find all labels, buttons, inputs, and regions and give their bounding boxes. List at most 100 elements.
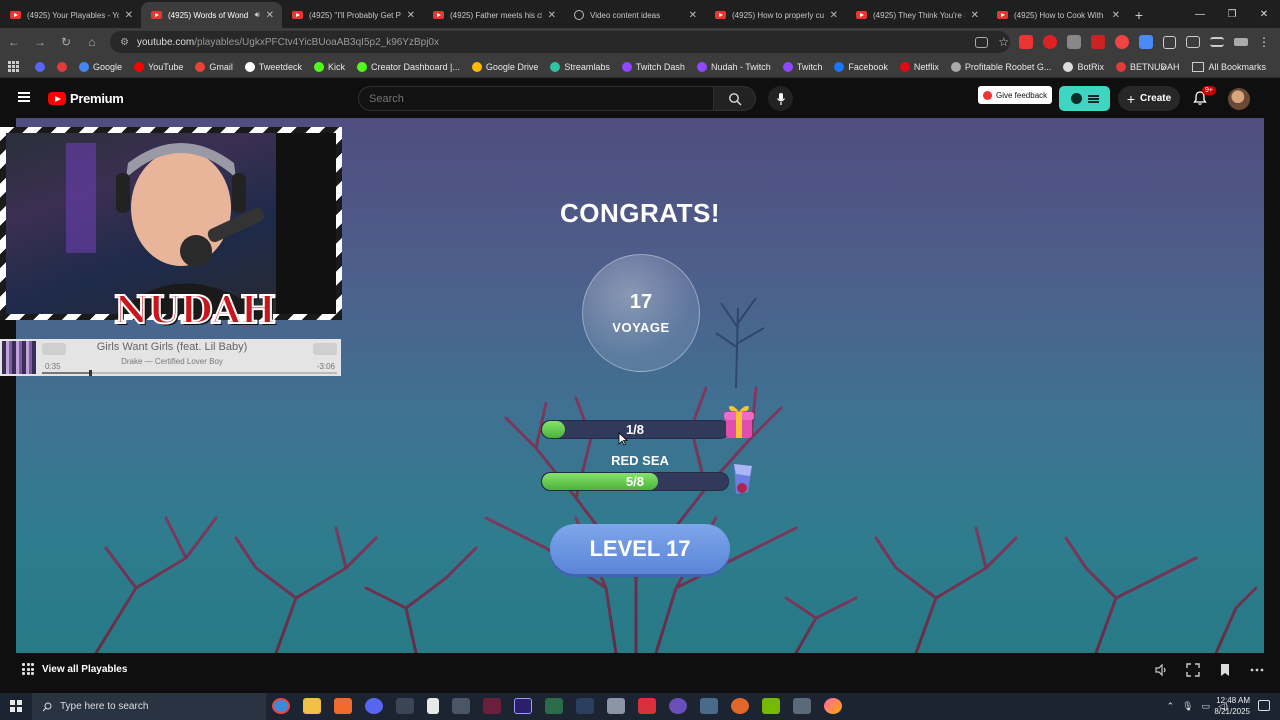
bookmark-item[interactable]: Google Drive: [466, 61, 545, 72]
close-tab-icon[interactable]: ✕: [125, 10, 133, 21]
more-options-icon[interactable]: [1250, 663, 1264, 677]
app-icon-red[interactable]: [638, 698, 656, 714]
search-button[interactable]: [714, 86, 756, 111]
bookmark-item[interactable]: BotRix: [1057, 61, 1110, 72]
app-icon-grid[interactable]: [452, 698, 470, 714]
file-explorer-icon[interactable]: [303, 698, 321, 714]
obs-icon[interactable]: [669, 698, 687, 714]
close-window-icon[interactable]: ✕: [1248, 0, 1280, 28]
view-all-playables-button[interactable]: View all Playables: [22, 663, 127, 675]
brave-icon[interactable]: [334, 698, 352, 714]
minimize-icon[interactable]: —: [1184, 0, 1216, 28]
browser-tab[interactable]: (4925) Father meets his ch ✕: [423, 2, 564, 28]
bookmark-item[interactable]: YouTube: [128, 61, 189, 72]
media-control-icon[interactable]: [1234, 38, 1248, 46]
close-tab-icon[interactable]: ✕: [1112, 10, 1120, 21]
browser-tab[interactable]: (4925) How to Cook With ✕: [987, 2, 1128, 28]
reading-list-icon[interactable]: [1210, 37, 1224, 47]
extension-red-icon[interactable]: [1043, 35, 1057, 49]
close-tab-icon[interactable]: ✕: [689, 10, 697, 21]
forward-icon[interactable]: →: [28, 30, 52, 54]
browser-tab[interactable]: Video content ideas ✕: [564, 2, 705, 28]
more-bookmarks-icon[interactable]: »: [1161, 62, 1166, 72]
tray-chevron-icon[interactable]: ⌃: [1167, 701, 1175, 712]
browser-tab[interactable]: (4925) "I'll Probably Get P ✕: [282, 2, 423, 28]
notification-center-icon[interactable]: [1258, 700, 1270, 711]
fullscreen-icon[interactable]: [1186, 663, 1200, 677]
youtube-logo[interactable]: Premium: [48, 91, 124, 106]
cast-icon[interactable]: [975, 36, 989, 48]
taskbar-search[interactable]: Type here to search: [32, 693, 266, 720]
adblock-icon[interactable]: [1019, 35, 1033, 49]
app-icon-gray[interactable]: [607, 698, 625, 714]
app-icon-orange[interactable]: [731, 698, 749, 714]
extension-blue-icon[interactable]: [1139, 35, 1153, 49]
bookmark-item[interactable]: Netflix: [894, 61, 945, 72]
search-input[interactable]: [358, 86, 714, 111]
sidepanel-icon[interactable]: [1186, 36, 1200, 48]
app-icon-colorful[interactable]: [824, 698, 842, 714]
bookmark-item[interactable]: [51, 61, 73, 72]
app-icon-x[interactable]: [396, 698, 414, 714]
close-tab-icon[interactable]: ✕: [830, 10, 838, 21]
site-info-icon[interactable]: ⚙: [120, 37, 129, 48]
nvidia-icon[interactable]: [762, 698, 780, 714]
bookmark-item[interactable]: Streamlabs: [544, 61, 616, 72]
bookmark-item[interactable]: Nudah - Twitch: [691, 61, 777, 72]
browser-tab[interactable]: (4925) Words of Wond 🔊︎ ✕: [141, 2, 282, 28]
restore-icon[interactable]: ❐: [1216, 0, 1248, 28]
close-tab-icon[interactable]: ✕: [971, 10, 979, 21]
close-tab-icon[interactable]: ✕: [266, 10, 274, 21]
close-tab-icon[interactable]: ✕: [407, 10, 415, 21]
bookmark-item[interactable]: [29, 61, 51, 72]
bookmark-item[interactable]: Twitch: [777, 61, 829, 72]
puzzle-icon[interactable]: [1163, 35, 1176, 49]
excel-icon[interactable]: [545, 698, 563, 714]
steam-icon[interactable]: [576, 698, 594, 714]
all-bookmarks-button[interactable]: All Bookmarks: [1186, 62, 1272, 72]
discord-app-icon[interactable]: [365, 698, 383, 714]
avatar[interactable]: [1228, 88, 1250, 110]
more-menu-icon[interactable]: ⋮: [1258, 35, 1270, 49]
apps-icon[interactable]: [0, 61, 29, 72]
volume-icon[interactable]: [1154, 663, 1168, 677]
url-field[interactable]: ⚙ youtube.com/playables/UgkxPFCtv4YicBUo…: [110, 31, 1010, 53]
star-icon[interactable]: ☆: [998, 35, 1009, 49]
bookmark-item[interactable]: Kick: [308, 61, 351, 72]
windows-start-icon[interactable]: [10, 700, 22, 712]
calculator-icon[interactable]: [793, 698, 811, 714]
taskbar-clock[interactable]: 12:48 AM 8/21/2025: [1214, 695, 1250, 717]
playables-menu-button[interactable]: [1059, 86, 1110, 111]
give-feedback-button[interactable]: Give feedback: [978, 86, 1053, 104]
browser-tab[interactable]: (4925) They Think You're S ✕: [846, 2, 987, 28]
close-tab-icon[interactable]: ✕: [548, 10, 556, 21]
bookmark-item[interactable]: Profitable Roobet G...: [945, 61, 1058, 72]
extension-record-icon[interactable]: [1115, 35, 1129, 49]
browser-tab[interactable]: (4925) How to properly cu ✕: [705, 2, 846, 28]
bookmark-item[interactable]: Gmail: [189, 61, 239, 72]
reload-icon[interactable]: ↻: [54, 30, 78, 54]
guide-menu-icon[interactable]: [18, 92, 30, 102]
chrome-app-icon[interactable]: [272, 698, 290, 714]
bookmark-item[interactable]: Google: [73, 61, 128, 72]
app-icon-v[interactable]: [483, 698, 501, 714]
browser-tab[interactable]: (4925) Your Playables - Yo ✕: [0, 2, 141, 28]
notepad-icon[interactable]: [427, 698, 439, 714]
back-icon[interactable]: ←: [2, 30, 26, 54]
bookmark-item[interactable]: Tweetdeck: [239, 61, 308, 72]
bookmark-item[interactable]: Twitch Dash: [616, 61, 691, 72]
premiere-icon[interactable]: [514, 698, 532, 714]
home-icon[interactable]: ⌂: [80, 30, 104, 54]
bookmark-item[interactable]: Creator Dashboard |...: [351, 61, 466, 72]
tray-mic-icon[interactable]: 🎙︎: [1182, 701, 1193, 712]
tab-audio-icon[interactable]: 🔊︎: [255, 10, 260, 20]
extension-flag-icon[interactable]: [1091, 35, 1105, 49]
tray-network-icon[interactable]: ▭: [1202, 701, 1211, 712]
app-icon-plane[interactable]: [700, 698, 718, 714]
new-tab-button[interactable]: +: [1128, 2, 1150, 28]
create-button[interactable]: + Create: [1118, 86, 1180, 111]
voice-search-button[interactable]: [768, 86, 793, 111]
next-level-button[interactable]: LEVEL 17: [550, 524, 730, 574]
extension-grey-icon[interactable]: [1067, 35, 1081, 49]
bookmark-item[interactable]: Facebook: [828, 61, 894, 72]
